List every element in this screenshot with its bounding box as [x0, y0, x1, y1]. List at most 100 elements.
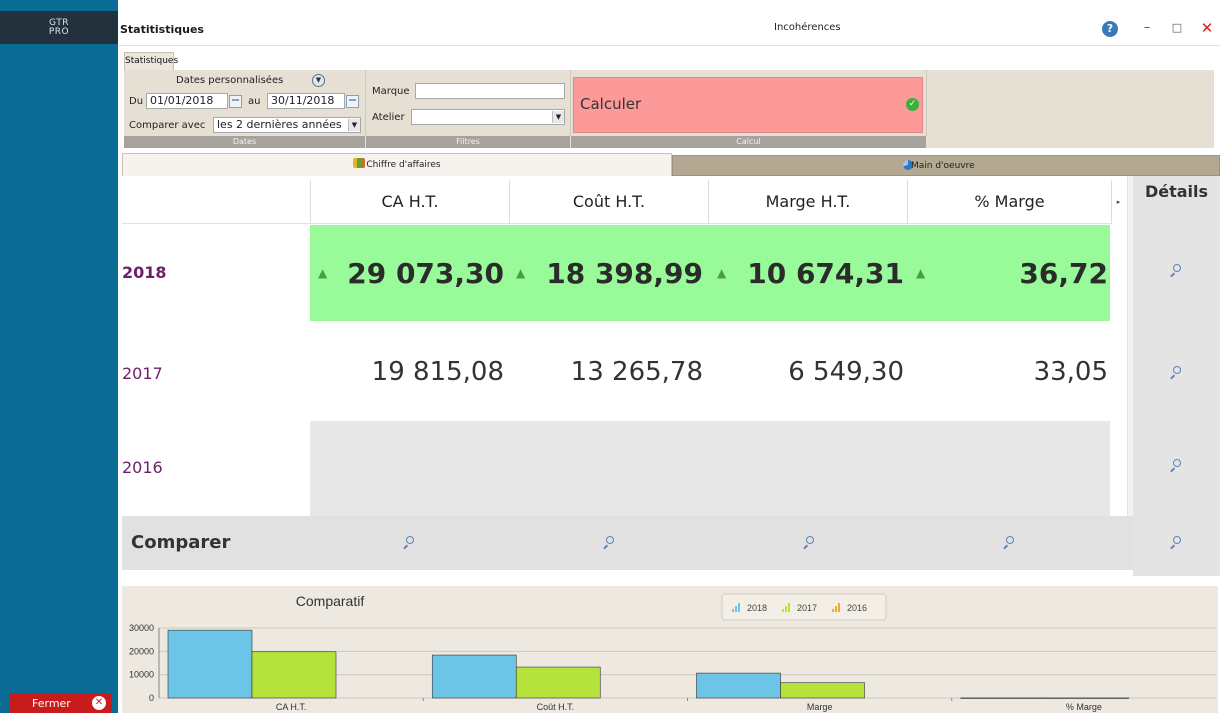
calendar-icon[interactable] — [229, 95, 242, 108]
brand-label: Marque — [372, 86, 410, 97]
col-header-ca: CA H.T. — [310, 180, 509, 224]
legend-label-2017: 2017 — [797, 603, 817, 613]
header-corner — [122, 180, 310, 224]
magnifier-icon[interactable] — [1169, 459, 1181, 471]
row-2016-empty — [310, 421, 1110, 516]
help-icon[interactable]: ? — [1102, 21, 1118, 37]
tab-chiffre-affaires-label: Chiffre d'affaires — [366, 160, 441, 170]
custom-dates-label: Dates personnalisées — [176, 75, 284, 86]
expand-dates-icon[interactable]: ▼ — [312, 74, 325, 87]
chevron-down-icon[interactable]: ▼ — [552, 111, 564, 123]
brand-field[interactable] — [415, 83, 565, 99]
dates-group-label: Dates — [124, 136, 365, 148]
legend-label-2016: 2016 — [847, 603, 867, 613]
magnifier-icon[interactable] — [1169, 536, 1181, 548]
details-header: Détails — [1144, 182, 1209, 201]
toolbar: Dates personnalisées ▼ Du 01/01/2018 au … — [124, 70, 1214, 148]
coins-icon — [353, 158, 366, 168]
filters-group-label: Filtres — [366, 136, 570, 148]
group-divider — [570, 70, 571, 136]
comparison-chart-panel: Comparatif 2018 2017 2016 30000 20000 10000 0… — [122, 586, 1218, 713]
title-bar: Statitistiques Incohérences ? – □ ✕ — [118, 11, 1220, 46]
compare-label: Comparer — [131, 532, 231, 553]
x-tick-label: % Marge — [1066, 702, 1102, 712]
legend-swatch-2017 — [785, 606, 787, 612]
bar-2018 — [960, 697, 1046, 699]
check-circle-icon: ✓ — [906, 98, 919, 111]
cell-2017-margin-pct: 33,05 — [1033, 357, 1108, 387]
chart-bars — [167, 629, 1130, 699]
from-date-field[interactable]: 01/01/2018 — [146, 93, 228, 109]
cell-2018-ca: 29 073,30 — [347, 257, 504, 290]
cell-2018-margin-pct: 36,72 — [1019, 257, 1108, 290]
legend-swatch-2016 — [838, 603, 840, 612]
maximize-button[interactable]: □ — [1168, 19, 1186, 37]
workshop-label: Atelier — [372, 112, 405, 123]
cell-2017-margin: 6 549,30 — [788, 357, 904, 387]
calculate-button[interactable]: Calculer ✓ — [573, 77, 923, 133]
close-window-button[interactable]: ✕ — [1198, 19, 1216, 37]
tab-chiffre-affaires[interactable]: Chiffre d'affaires — [122, 153, 672, 176]
workshop-select[interactable] — [411, 109, 565, 125]
legend-swatch-2018 — [738, 603, 740, 612]
close-button[interactable]: Fermer ✕ — [10, 693, 112, 713]
x-tick-label: Coût H.T. — [537, 702, 575, 712]
close-button-label: Fermer — [32, 696, 71, 710]
col-header-margin: Marge H.T. — [708, 180, 907, 224]
tab-main-oeuvre-label: Main d'oeuvre — [911, 161, 975, 171]
legend-swatch-2016 — [835, 606, 837, 612]
comparison-chart: Comparatif 2018 2017 2016 30000 20000 10000 0… — [129, 593, 1216, 712]
tab-statistiques[interactable]: Statistiques — [124, 52, 178, 70]
bar-2017 — [1044, 697, 1130, 699]
to-date-field[interactable]: 30/11/2018 — [267, 93, 345, 109]
bar-2017 — [251, 651, 337, 699]
cell-2017-cost: 13 265,78 — [570, 357, 703, 387]
compare-with-label: Comparer avec — [129, 120, 206, 131]
x-tick-label: Marge — [807, 702, 833, 712]
compare-select-value: les 2 dernières années — [217, 118, 342, 131]
cell-2018-margin: 10 674,31 — [747, 257, 904, 290]
group-divider — [926, 70, 927, 136]
app-logo: GTR PRO — [0, 11, 118, 44]
cell-2017-ca: 19 815,08 — [371, 357, 504, 387]
legend-swatch-2017 — [788, 603, 790, 612]
legend-swatch-2018 — [732, 609, 734, 612]
chevron-down-icon[interactable]: ▼ — [348, 119, 360, 131]
inconsistencies-link[interactable]: Incohérences — [774, 22, 841, 33]
legend-swatch-2017 — [782, 609, 784, 612]
y-tick-label: 20000 — [129, 646, 154, 656]
x-tick-label: CA H.T. — [276, 702, 307, 712]
stats-grid: CA H.T. Coût H.T. Marge H.T. % Marge ▸ D… — [122, 176, 1220, 576]
magnifier-icon[interactable] — [602, 536, 614, 548]
magnifier-icon[interactable] — [402, 536, 414, 548]
magnifier-icon[interactable] — [1169, 264, 1181, 276]
y-tick-label: 30000 — [129, 623, 154, 633]
bar-2018 — [167, 629, 253, 699]
row-label-2016: 2016 — [122, 458, 163, 477]
legend-swatch-2018 — [735, 606, 737, 612]
magnifier-icon[interactable] — [1002, 536, 1014, 548]
bar-2017 — [780, 682, 865, 699]
minimize-button[interactable]: – — [1138, 19, 1156, 37]
legend-label-2018: 2018 — [747, 603, 767, 613]
group-divider — [365, 70, 366, 136]
sidebar: GTR PRO Fermer ✕ — [0, 0, 118, 713]
from-label: Du — [129, 96, 144, 107]
close-circle-icon: ✕ — [92, 696, 106, 710]
chart-title: Comparatif — [296, 593, 365, 609]
bar-2017 — [515, 666, 601, 699]
to-label: au — [248, 96, 261, 107]
row-label-2017: 2017 — [122, 364, 163, 383]
magnifier-icon[interactable] — [1169, 366, 1181, 378]
legend-swatch-2016 — [832, 609, 834, 612]
tab-main-oeuvre[interactable]: Main d'oeuvre — [672, 155, 1220, 176]
y-tick-label: 10000 — [129, 670, 154, 680]
magnifier-icon[interactable] — [802, 536, 814, 548]
scroll-right-icon[interactable]: ▸ — [1111, 180, 1125, 224]
bar-2018 — [696, 672, 781, 699]
compare-select[interactable]: les 2 dernières années — [213, 117, 361, 133]
y-tick-label: 0 — [149, 693, 154, 703]
calendar-icon[interactable] — [346, 95, 359, 108]
row-label-2018: 2018 — [122, 263, 167, 282]
logo-line2: PRO — [48, 27, 70, 37]
